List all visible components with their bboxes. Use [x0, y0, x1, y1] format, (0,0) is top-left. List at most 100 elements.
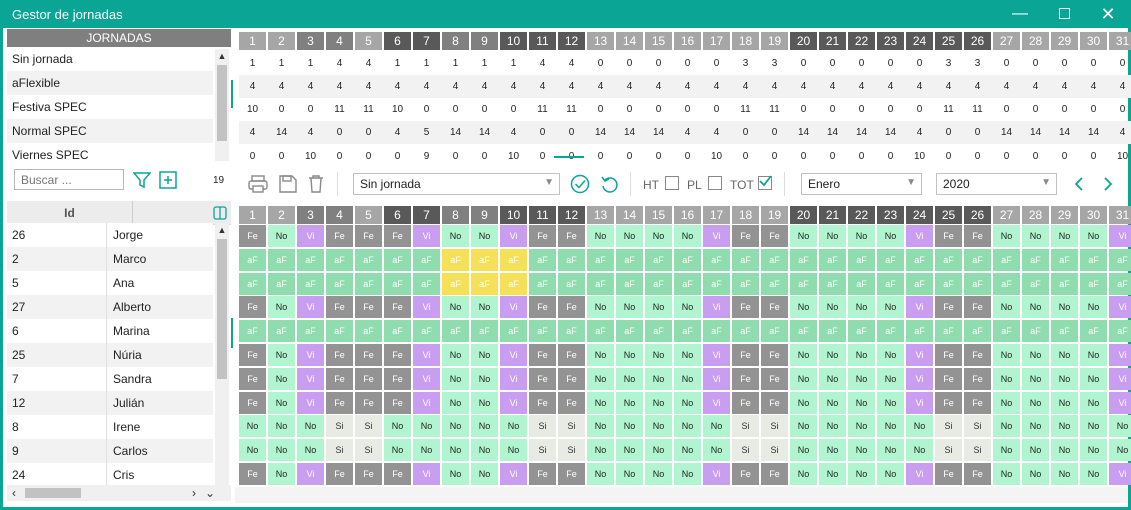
schedule-cell[interactable]: Vi [413, 225, 440, 247]
schedule-cell[interactable]: Si [935, 439, 962, 462]
schedule-cell[interactable]: No [1022, 415, 1049, 438]
schedule-cell[interactable]: Si [964, 439, 991, 462]
schedule-cell[interactable]: aF [587, 248, 614, 271]
schedule-cell[interactable]: aF [732, 320, 759, 343]
jornada-item[interactable]: aFlexible [7, 71, 213, 95]
schedule-cell[interactable]: Vi [297, 463, 324, 485]
schedule-cell[interactable]: aF [616, 320, 643, 343]
schedule-cell[interactable]: No [616, 367, 643, 390]
schedule-cell[interactable]: No [471, 439, 498, 462]
schedule-cell[interactable]: aF [587, 320, 614, 343]
day-header[interactable]: 26 [964, 32, 991, 50]
search-input[interactable] [14, 169, 124, 190]
schedule-cell[interactable]: No [268, 344, 295, 366]
schedule-cell[interactable]: No [848, 391, 875, 414]
schedule-cell[interactable]: Vi [906, 225, 933, 247]
schedule-cell[interactable]: Fe [384, 296, 411, 319]
schedule-cell[interactable]: No [268, 391, 295, 414]
schedule-cell[interactable]: No [674, 225, 701, 247]
schedule-cell[interactable]: No [587, 367, 614, 390]
schedule-cell[interactable]: aF [819, 248, 846, 271]
schedule-cell[interactable]: Fe [239, 225, 266, 247]
day-header[interactable]: 4 [326, 206, 353, 224]
schedule-cell[interactable]: Vi [906, 296, 933, 319]
schedule-cell[interactable]: aF [1080, 248, 1107, 271]
schedule-cell[interactable]: Vi [500, 344, 527, 366]
schedule-cell[interactable]: Vi [703, 391, 730, 414]
schedule-cell[interactable]: aF [819, 320, 846, 343]
schedule-cell[interactable]: aF [529, 320, 556, 343]
schedule-cell[interactable]: Fe [529, 344, 556, 366]
schedule-cell[interactable]: Vi [1109, 391, 1131, 414]
day-header[interactable]: 7 [413, 206, 440, 224]
day-header[interactable]: 2 [268, 206, 295, 224]
schedule-cell[interactable]: No [819, 391, 846, 414]
day-header[interactable]: 24 [906, 206, 933, 224]
schedule-cell[interactable]: aF [413, 320, 440, 343]
schedule-cell[interactable]: No [384, 439, 411, 462]
schedule-cell[interactable]: No [442, 439, 469, 462]
schedule-cell[interactable]: aF [761, 272, 788, 295]
schedule-cell[interactable]: No [471, 225, 498, 247]
table-row[interactable]: 8 Irene [7, 415, 213, 439]
day-header[interactable]: 16 [674, 32, 701, 50]
day-header[interactable]: 19 [761, 32, 788, 50]
apply-icon[interactable] [570, 174, 590, 194]
day-header[interactable]: 8 [442, 32, 469, 50]
schedule-cell[interactable]: Fe [964, 344, 991, 366]
schedule-cell[interactable]: aF [587, 272, 614, 295]
schedule-cell[interactable]: No [993, 391, 1020, 414]
table-row[interactable]: 6 Marina [7, 319, 213, 343]
schedule-cell[interactable]: No [1080, 225, 1107, 247]
schedule-cell[interactable]: Vi [297, 391, 324, 414]
schedule-cell[interactable]: aF [616, 248, 643, 271]
schedule-cell[interactable]: No [587, 463, 614, 485]
schedule-cell[interactable]: No [471, 463, 498, 485]
schedule-cell[interactable]: No [906, 439, 933, 462]
schedule-cell[interactable]: No [877, 296, 904, 319]
schedule-cell[interactable]: No [1022, 225, 1049, 247]
jornada-item[interactable]: Viernes SPEC [7, 143, 213, 167]
schedule-cell[interactable]: Fe [964, 463, 991, 485]
schedule-cell[interactable]: Fe [935, 225, 962, 247]
schedule-cell[interactable]: Vi [500, 463, 527, 485]
schedule-cell[interactable]: aF [790, 248, 817, 271]
delete-icon[interactable] [308, 175, 324, 193]
schedule-cell[interactable]: aF [1080, 272, 1107, 295]
table-row[interactable]: 24 Cris [7, 463, 213, 487]
schedule-cell[interactable]: No [877, 344, 904, 366]
day-header[interactable]: 20 [790, 206, 817, 224]
day-header[interactable]: 26 [964, 206, 991, 224]
schedule-cell[interactable]: aF [442, 248, 469, 271]
schedule-cell[interactable]: Vi [297, 296, 324, 319]
table-row[interactable]: 9 Carlos [7, 439, 213, 463]
schedule-cell[interactable]: Fe [355, 463, 382, 485]
table-row[interactable]: 5 Ana [7, 271, 213, 295]
schedule-cell[interactable]: No [819, 463, 846, 485]
schedule-cell[interactable]: No [790, 296, 817, 319]
schedule-cell[interactable]: aF [413, 272, 440, 295]
day-header[interactable]: 27 [993, 32, 1020, 50]
schedule-cell[interactable]: No [819, 296, 846, 319]
schedule-cell[interactable]: Fe [732, 391, 759, 414]
day-header[interactable]: 22 [848, 32, 875, 50]
schedule-cell[interactable]: No [1051, 415, 1078, 438]
schedule-cell[interactable]: No [268, 225, 295, 247]
schedule-cell[interactable]: Fe [964, 296, 991, 319]
day-header[interactable]: 10 [500, 32, 527, 50]
day-header[interactable]: 30 [1080, 32, 1107, 50]
schedule-cell[interactable]: Fe [935, 391, 962, 414]
schedule-cell[interactable]: No [790, 391, 817, 414]
schedule-cell[interactable]: aF [703, 320, 730, 343]
day-header[interactable]: 9 [471, 32, 498, 50]
schedule-cell[interactable]: aF [645, 320, 672, 343]
day-header[interactable]: 8 [442, 206, 469, 224]
schedule-cell[interactable]: No [645, 344, 672, 366]
schedule-cell[interactable]: aF [964, 248, 991, 271]
schedule-cell[interactable]: aF [616, 272, 643, 295]
schedule-cell[interactable]: Fe [384, 344, 411, 366]
schedule-cell[interactable]: Fe [558, 225, 585, 247]
schedule-cell[interactable]: Vi [413, 463, 440, 485]
schedule-cell[interactable]: Fe [964, 391, 991, 414]
day-header[interactable]: 31 [1109, 206, 1131, 224]
